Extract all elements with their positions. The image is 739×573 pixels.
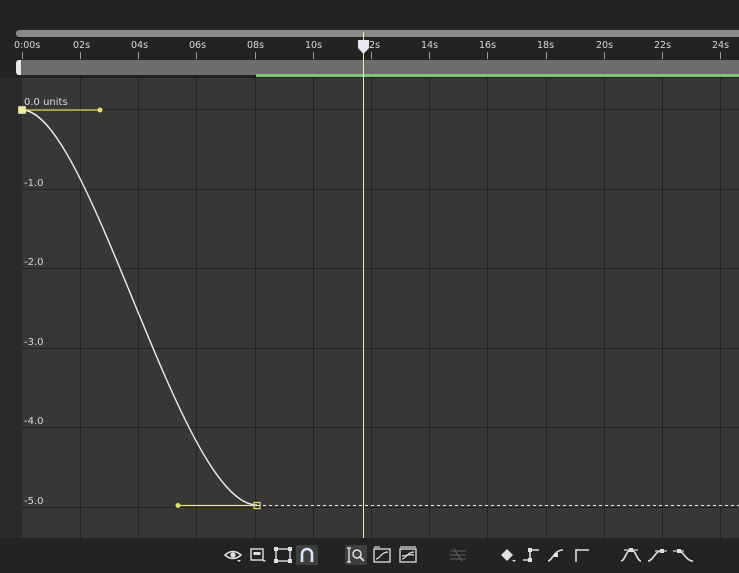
ruler-tick-label: 20s xyxy=(596,40,614,51)
value-label: -5.0 xyxy=(24,496,44,507)
easy-ease-icon[interactable] xyxy=(620,545,642,565)
ruler-tick-label: 10s xyxy=(305,40,323,51)
graph-editor-panel: 0:00s 02s 04s 06s 08s 10s 12s 14s 16s 18… xyxy=(0,0,739,573)
ruler-tick xyxy=(138,52,139,59)
ruler-tick xyxy=(80,52,81,59)
graph-editor-toolbar xyxy=(0,538,739,573)
ruler-tick-label: 14s xyxy=(421,40,439,51)
value-label: -3.0 xyxy=(24,337,44,348)
ruler-tick-label: 0:00s xyxy=(14,40,41,51)
time-navigator[interactable] xyxy=(16,60,739,75)
ruler-tick xyxy=(546,52,547,59)
ruler-tick-label: 08s xyxy=(247,40,265,51)
convert-auto-bezier-icon[interactable] xyxy=(546,545,566,565)
ruler-tick xyxy=(720,52,721,59)
ruler-tick xyxy=(313,52,314,59)
ruler-tick-label: 16s xyxy=(479,40,497,51)
time-ruler[interactable]: 0:00s 02s 04s 06s 08s 10s 12s 14s 16s 18… xyxy=(0,37,739,59)
ruler-tick xyxy=(22,52,23,59)
fit-all-icon[interactable] xyxy=(397,545,419,565)
edit-keyframe-icon[interactable] xyxy=(498,545,518,565)
current-time-indicator[interactable] xyxy=(363,32,364,538)
ruler-tick xyxy=(429,52,430,59)
graph-type-options-icon[interactable] xyxy=(248,545,268,565)
ruler-tick xyxy=(196,52,197,59)
ruler-tick-label: 24s xyxy=(712,40,730,51)
convert-hold-icon[interactable] xyxy=(521,545,541,565)
ruler-tick-label: 18s xyxy=(537,40,555,51)
transform-box-icon[interactable] xyxy=(273,545,293,565)
value-label: -4.0 xyxy=(24,416,44,427)
cti-head-icon[interactable] xyxy=(358,40,369,54)
value-label: 0.0 units xyxy=(24,97,68,108)
show-properties-icon[interactable] xyxy=(223,545,243,565)
fit-selection-icon[interactable] xyxy=(371,545,393,565)
auto-zoom-height-icon[interactable] xyxy=(345,545,367,565)
left-gutter xyxy=(0,78,22,538)
ruler-tick xyxy=(604,52,605,59)
easy-ease-in-icon[interactable] xyxy=(647,545,669,565)
convert-linear-icon[interactable] xyxy=(572,545,592,565)
easy-ease-out-icon[interactable] xyxy=(672,545,694,565)
ruler-tick-label: 06s xyxy=(189,40,207,51)
ruler-tick xyxy=(255,52,256,59)
ruler-tick xyxy=(487,52,488,59)
separate-dimensions-icon[interactable] xyxy=(447,545,469,565)
ruler-tick-label: 22s xyxy=(654,40,672,51)
ruler-tick xyxy=(371,52,372,59)
graph-area[interactable] xyxy=(22,78,739,538)
snap-icon[interactable] xyxy=(296,545,318,565)
work-area-bar[interactable] xyxy=(16,30,739,37)
top-strip xyxy=(0,0,739,28)
ruler-tick-label: 04s xyxy=(131,40,149,51)
time-navigator-start-handle[interactable] xyxy=(16,60,21,75)
ruler-tick xyxy=(662,52,663,59)
value-label: -2.0 xyxy=(24,257,44,268)
ruler-tick-label: 02s xyxy=(73,40,91,51)
value-label: -1.0 xyxy=(24,178,44,189)
